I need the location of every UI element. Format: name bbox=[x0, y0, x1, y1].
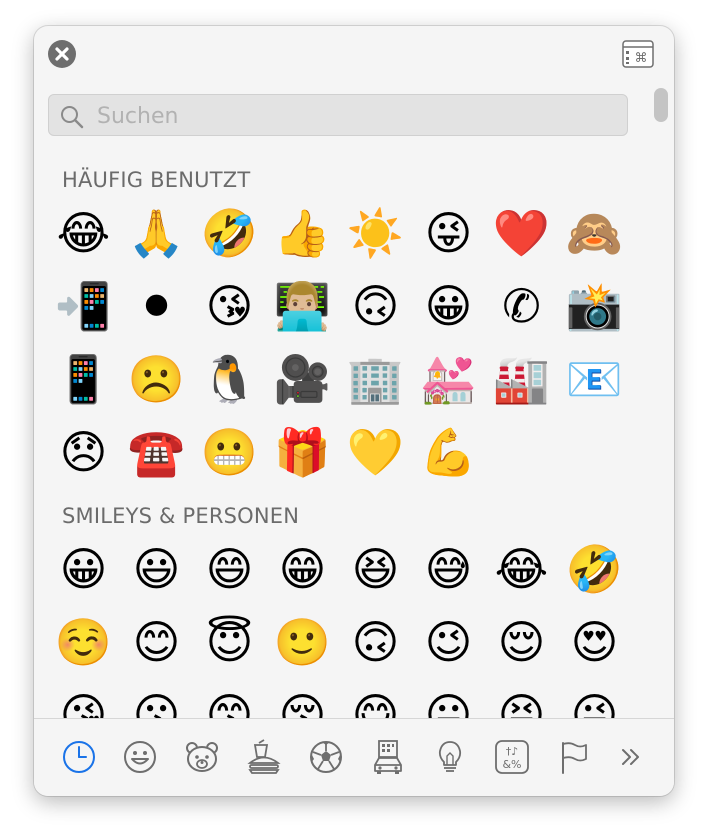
emoji-cell[interactable]: 😅 bbox=[412, 532, 485, 605]
more-categories-button[interactable] bbox=[614, 739, 650, 775]
emoji-cell[interactable]: 🙃 bbox=[339, 269, 412, 342]
emoji-cell[interactable]: 😀 bbox=[47, 532, 120, 605]
emoji-cell[interactable]: 😬 bbox=[193, 415, 266, 488]
emoji-cell[interactable]: 🤣 bbox=[193, 196, 266, 269]
emoji-cell[interactable]: 🏭 bbox=[485, 342, 558, 415]
emoji-cell[interactable]: 😋 bbox=[339, 678, 412, 719]
search-icon bbox=[61, 106, 84, 129]
emoji-cell[interactable]: 👨🏼‍💻 bbox=[266, 269, 339, 342]
emoji-cell[interactable]: 😂 bbox=[485, 532, 558, 605]
emoji-cell[interactable]: 😂 bbox=[47, 196, 120, 269]
keyboard-command-icon: ⌘ bbox=[622, 40, 654, 68]
emoji-scroll-area[interactable]: HÄUFIG BENUTZT 😂🙏🤣👍☀️😜❤️🙈📲⚫😘👨🏼‍💻🙃😀✆📸📱☹️🐧… bbox=[34, 26, 654, 718]
emoji-cell[interactable]: 😃 bbox=[120, 532, 193, 605]
section-title-frequent: HÄUFIG BENUTZT bbox=[62, 168, 251, 192]
category-recent[interactable] bbox=[61, 739, 97, 775]
emoji-cell[interactable]: ☺️ bbox=[47, 605, 120, 678]
emoji-cell[interactable]: 🎁 bbox=[266, 415, 339, 488]
emoji-cell[interactable]: 😌 bbox=[485, 605, 558, 678]
emoji-cell[interactable]: ☹️ bbox=[120, 342, 193, 415]
emoji-cell[interactable]: 😗 bbox=[120, 678, 193, 719]
emoji-cell[interactable]: ☀️ bbox=[339, 196, 412, 269]
emoji-cell[interactable]: 😀 bbox=[412, 269, 485, 342]
emoji-cell[interactable]: 😉 bbox=[412, 605, 485, 678]
emoji-cell[interactable]: 😚 bbox=[266, 678, 339, 719]
soccer-ball-icon bbox=[310, 741, 342, 773]
emoji-cell[interactable]: 📲 bbox=[47, 269, 120, 342]
emoji-cell[interactable]: 😘 bbox=[193, 269, 266, 342]
emoji-cell[interactable]: 🙂 bbox=[266, 605, 339, 678]
emoji-cell[interactable]: 🎥 bbox=[266, 342, 339, 415]
emoji-cell[interactable]: 😇 bbox=[193, 605, 266, 678]
double-chevron-right-icon bbox=[622, 749, 639, 765]
close-icon bbox=[55, 47, 69, 61]
section-title-smileys: SMILEYS & PERSONEN bbox=[62, 504, 300, 528]
emoji-cell[interactable]: 🙃 bbox=[339, 605, 412, 678]
emoji-cell[interactable]: 😛 bbox=[412, 678, 485, 719]
emoji-cell[interactable]: 🏢 bbox=[339, 342, 412, 415]
emoji-cell[interactable]: 🙏 bbox=[120, 196, 193, 269]
category-bar: †♪ &% bbox=[34, 718, 674, 796]
emoji-grid-frequent: 😂 🙏 🤣 👍 ☀️ 😜 ❤️ 🙈 📲 ⚫ 😘 👨🏼‍💻 🙃 😀 ✆ 📸 📱 ☹️ 🐧 🎥 🏢 💒 🏭 📧 😞 ☎️ 😬 🎁 💛 💪 bbox=[47, 196, 631, 488]
character-viewer-button[interactable]: ⌘ bbox=[622, 40, 654, 68]
emoji-cell[interactable]: 😘 bbox=[47, 678, 120, 719]
emoji-cell[interactable]: 📱 bbox=[47, 342, 120, 415]
emoji-cell[interactable]: ☎️ bbox=[120, 415, 193, 488]
emoji-cell[interactable]: 😙 bbox=[193, 678, 266, 719]
emoji-cell[interactable]: 📧 bbox=[558, 342, 631, 415]
scrollbar-thumb[interactable] bbox=[654, 88, 668, 122]
symbols-icon: †♪ &% bbox=[495, 740, 529, 774]
burger-drink-icon bbox=[247, 739, 281, 774]
emoji-cell[interactable]: 😜 bbox=[558, 678, 631, 719]
search-input[interactable] bbox=[95, 99, 619, 133]
emoji-cell[interactable]: ✆ bbox=[485, 269, 558, 342]
category-flags[interactable] bbox=[556, 739, 592, 775]
emoji-cell[interactable]: 😞 bbox=[47, 415, 120, 488]
svg-text:⌘: ⌘ bbox=[635, 51, 648, 66]
clock-icon bbox=[63, 741, 95, 773]
emoji-cell[interactable]: 😆 bbox=[339, 532, 412, 605]
emoji-cell[interactable]: 🙈 bbox=[558, 196, 631, 269]
category-objects[interactable] bbox=[432, 739, 468, 775]
emoji-cell[interactable]: ⚫ bbox=[120, 269, 193, 342]
emoji-cell[interactable]: 😄 bbox=[193, 532, 266, 605]
car-building-icon bbox=[374, 740, 402, 774]
emoji-cell[interactable]: 👍 bbox=[266, 196, 339, 269]
close-button[interactable] bbox=[48, 40, 76, 68]
emoji-cell[interactable]: 💛 bbox=[339, 415, 412, 488]
emoji-cell[interactable]: ❤️ bbox=[485, 196, 558, 269]
category-travel[interactable] bbox=[370, 739, 406, 775]
category-animals[interactable] bbox=[184, 739, 220, 775]
category-activity[interactable] bbox=[308, 739, 344, 775]
emoji-cell[interactable]: 😁 bbox=[266, 532, 339, 605]
symbols-icon-top-text: †♪ bbox=[506, 745, 519, 758]
flag-icon bbox=[562, 742, 587, 774]
light-bulb-icon bbox=[438, 741, 462, 772]
emoji-cell[interactable]: 🤣 bbox=[558, 532, 631, 605]
emoji-cell[interactable]: 😊 bbox=[120, 605, 193, 678]
emoji-cell[interactable]: 💒 bbox=[412, 342, 485, 415]
emoji-cell[interactable]: 😝 bbox=[485, 678, 558, 719]
search-field[interactable] bbox=[48, 94, 628, 136]
emoji-cell[interactable]: 🐧 bbox=[193, 342, 266, 415]
emoji-cell[interactable]: 😍 bbox=[558, 605, 631, 678]
emoji-cell[interactable]: 📸 bbox=[558, 269, 631, 342]
emoji-cell[interactable]: 💪 bbox=[412, 415, 485, 488]
category-food[interactable] bbox=[246, 739, 282, 775]
symbols-icon-bottom-text: &% bbox=[502, 758, 521, 771]
smiley-face-icon bbox=[124, 741, 156, 773]
category-symbols[interactable]: †♪ &% bbox=[494, 739, 530, 775]
emoji-cell[interactable]: 😜 bbox=[412, 196, 485, 269]
bear-face-icon bbox=[186, 742, 218, 772]
emoji-grid-smileys: 😀 😃 😄 😁 😆 😅 😂 🤣 ☺️ 😊 😇 🙂 🙃 😉 😌 😍 😘 😗 😙 😚 😋 😛 😝 😜 bbox=[47, 532, 631, 719]
emoji-picker-window: HÄUFIG BENUTZT 😂🙏🤣👍☀️😜❤️🙈📲⚫😘👨🏼‍💻🙃😀✆📸📱☹️🐧… bbox=[34, 26, 674, 796]
category-smileys[interactable] bbox=[122, 739, 158, 775]
